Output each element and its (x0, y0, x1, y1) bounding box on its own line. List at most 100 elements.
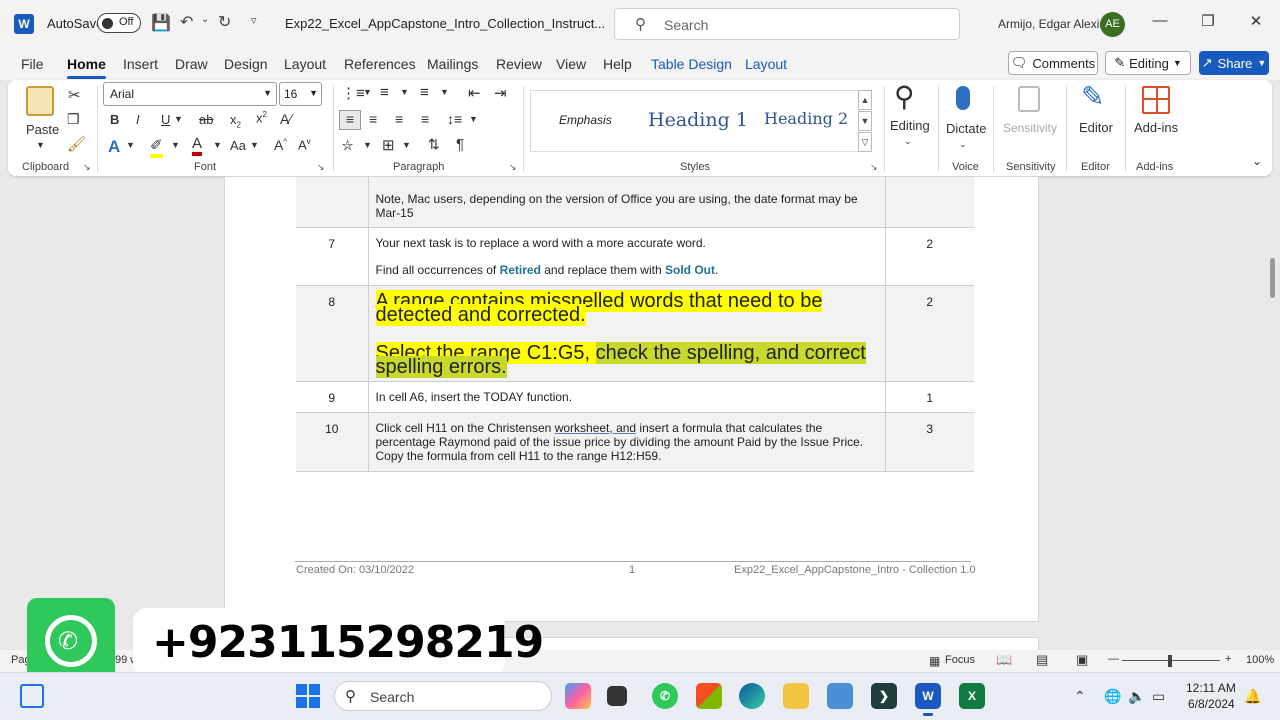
tab-mailings[interactable]: Mailings (427, 56, 478, 72)
increase-indent-icon[interactable]: ⇥ (494, 84, 507, 102)
editing-mode-button[interactable]: ✎ Editing ▼ (1105, 51, 1191, 75)
editor-button[interactable]: Editor (1079, 120, 1113, 135)
editing-group-button[interactable]: Editing (890, 118, 930, 133)
tab-home[interactable]: Home (67, 56, 106, 79)
start-button[interactable] (296, 684, 320, 708)
taskbar-search-input[interactable]: ⚲ Search (334, 681, 552, 711)
superscript-icon[interactable]: x2 (256, 110, 267, 125)
subscript-icon[interactable]: x2 (230, 112, 241, 130)
redo-icon[interactable]: ↻ (218, 12, 231, 32)
language-icon[interactable]: 🌐 (1104, 688, 1121, 705)
add-ins-icon[interactable] (1142, 86, 1170, 114)
focus-icon[interactable]: ▦ (929, 654, 940, 668)
user-name[interactable]: Armijo, Edgar Alexis (998, 17, 1105, 31)
change-case-dropdown-icon[interactable]: ▼ (250, 140, 259, 150)
tab-table-layout[interactable]: Layout (745, 56, 787, 72)
tab-insert[interactable]: Insert (123, 56, 158, 72)
editing-dropdown-icon[interactable]: ⌄ (904, 136, 912, 147)
share-button[interactable]: ↗ Share ▼ (1199, 51, 1269, 75)
vertical-scrollbar[interactable] (1268, 178, 1280, 648)
word-icon[interactable]: W (915, 683, 941, 716)
styles-scroll-up-icon[interactable]: ▲ (858, 90, 872, 110)
tab-references[interactable]: References (344, 56, 416, 72)
terminal-icon[interactable]: ❯ (871, 683, 897, 709)
borders-icon[interactable]: ⊞ (382, 136, 395, 154)
web-layout-icon[interactable]: ▣ (1076, 652, 1088, 668)
shrink-font-icon[interactable]: Av (298, 137, 311, 152)
step-description[interactable]: Your next task is to replace a word with… (368, 227, 886, 286)
whatsapp-icon[interactable]: ✆ (652, 683, 678, 709)
microphone-icon[interactable] (956, 86, 970, 110)
style-heading-1[interactable]: Heading 1 (648, 109, 748, 131)
undo-icon[interactable]: ↶ (180, 12, 193, 32)
step-description[interactable]: A range contains misspelled words that n… (368, 285, 886, 382)
style-heading-2[interactable]: Heading 2 (764, 109, 848, 128)
numbering-icon[interactable]: ≡ (380, 84, 389, 101)
notifications-icon[interactable]: 🔔 (1244, 688, 1261, 705)
dictate-dropdown-icon[interactable]: ⌄ (959, 139, 967, 150)
italic-icon[interactable]: I (136, 112, 140, 127)
decrease-indent-icon[interactable]: ⇤ (468, 84, 481, 102)
tab-table-design[interactable]: Table Design (651, 56, 732, 72)
font-size-select[interactable]: 16 ▼ (279, 82, 322, 106)
styles-launcher-icon[interactable]: ↘ (870, 162, 878, 173)
focus-button[interactable]: Focus (945, 654, 975, 666)
underline-dropdown-icon[interactable]: ▼ (174, 114, 183, 124)
font-color-dropdown-icon[interactable]: ▼ (213, 140, 222, 150)
multilevel-dropdown-icon[interactable]: ▼ (440, 87, 449, 97)
tab-file[interactable]: File (21, 56, 44, 72)
paste-dropdown-icon[interactable]: ▼ (36, 140, 45, 150)
edge-icon[interactable] (739, 683, 765, 709)
tab-help[interactable]: Help (603, 56, 632, 72)
shading-dropdown-icon[interactable]: ▼ (363, 140, 372, 150)
comments-button[interactable]: 🗨 Comments (1008, 51, 1098, 75)
zoom-slider-thumb[interactable] (1168, 655, 1172, 667)
paste-button[interactable]: Paste (26, 122, 59, 137)
task-view-icon[interactable] (607, 686, 627, 706)
file-explorer-icon[interactable] (783, 683, 809, 709)
text-effects-dropdown-icon[interactable]: ▼ (126, 140, 135, 150)
step-description[interactable]: Click cell H11 on the Christensen worksh… (368, 412, 886, 472)
shading-icon[interactable]: ⛦ (342, 137, 353, 154)
copilot-icon[interactable] (565, 683, 591, 709)
add-ins-button[interactable]: Add-ins (1134, 120, 1178, 135)
dictate-button[interactable]: Dictate (946, 121, 986, 136)
document-title[interactable]: Exp22_Excel_AppCapstone_Intro_Collection… (285, 16, 605, 31)
borders-dropdown-icon[interactable]: ▼ (402, 140, 411, 150)
step-description[interactable]: In cell A6, insert the TODAY function. (368, 381, 886, 413)
font-name-select[interactable]: Arial ▼ (103, 82, 277, 106)
tab-view[interactable]: View (556, 56, 586, 72)
align-center-icon[interactable]: ≡ (369, 111, 377, 127)
tab-design[interactable]: Design (224, 56, 268, 72)
battery-icon[interactable]: ▭ (1152, 688, 1165, 705)
show-formatting-icon[interactable]: ¶ (456, 136, 464, 153)
paragraph-launcher-icon[interactable]: ↘ (509, 162, 517, 173)
show-hidden-icons-icon[interactable]: ⌃ (1074, 688, 1086, 705)
highlight-dropdown-icon[interactable]: ▼ (171, 140, 180, 150)
paste-icon[interactable] (26, 86, 54, 116)
numbering-dropdown-icon[interactable]: ▼ (400, 87, 409, 97)
align-right-icon[interactable]: ≡ (395, 111, 403, 127)
scrollbar-thumb[interactable] (1270, 258, 1275, 298)
line-spacing-icon[interactable]: ↕≡ (447, 111, 462, 127)
read-mode-icon[interactable]: 📖 (996, 652, 1012, 668)
store-icon[interactable] (696, 683, 722, 709)
excel-icon[interactable]: X (959, 683, 985, 709)
change-case-icon[interactable]: Aa (230, 138, 246, 153)
font-color-icon[interactable]: A (192, 135, 203, 156)
grow-font-icon[interactable]: A^ (274, 137, 287, 153)
bullets-icon[interactable]: ⋮≡ (341, 84, 365, 102)
underline-icon[interactable]: U (161, 112, 170, 127)
font-launcher-icon[interactable]: ↘ (317, 162, 325, 173)
autosave-toggle[interactable]: Off (97, 13, 141, 33)
zoom-in-icon[interactable]: + (1225, 653, 1231, 665)
customize-qat-icon[interactable]: ▿ (251, 14, 257, 27)
tab-review[interactable]: Review (496, 56, 542, 72)
save-icon[interactable]: 💾 (151, 13, 171, 33)
step-description[interactable]: Note, Mac users, depending on the versio… (368, 177, 886, 228)
align-left-icon[interactable]: ≡ (339, 110, 361, 130)
zoom-out-icon[interactable]: — (1108, 653, 1119, 665)
search-input[interactable]: ⚲ Search (614, 8, 960, 40)
editor-icon[interactable]: ✎ (1081, 80, 1104, 113)
multilevel-list-icon[interactable]: ≡ (420, 84, 429, 101)
